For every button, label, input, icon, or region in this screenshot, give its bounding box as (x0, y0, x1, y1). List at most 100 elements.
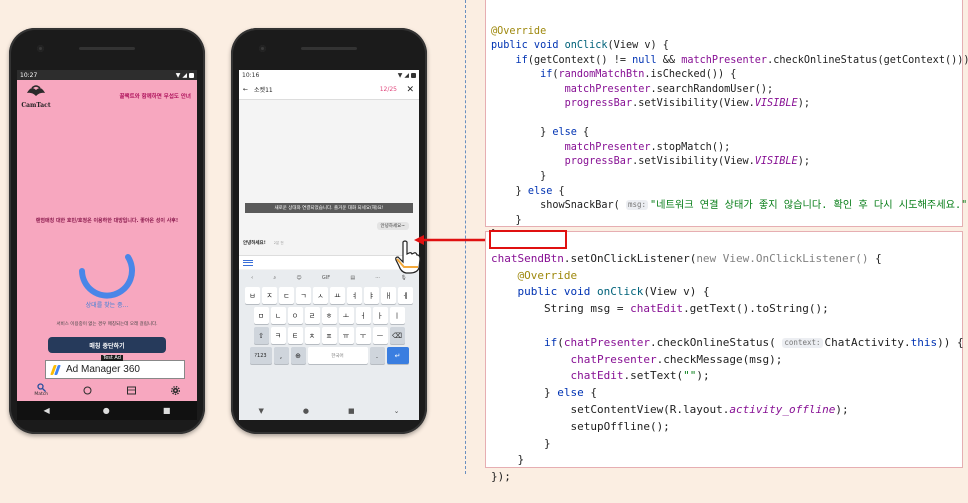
key-row-4: ?123 , ⊕ 한국어 . ↵ (241, 347, 417, 364)
stop-match-button[interactable]: 매칭 중단하기 (48, 337, 166, 353)
more-icon[interactable]: ⋯ (375, 275, 380, 281)
key[interactable]: ㄹ (304, 307, 320, 324)
shift-key[interactable]: ⇧ (253, 327, 269, 344)
matching-description: 랜덤매칭 대한 호민/호정온 이용하한 대방입니다. 좋아온 성이 사후! (35, 218, 179, 224)
clipboard-icon[interactable]: ▤ (350, 275, 355, 281)
nav-match-label: Match (34, 392, 49, 397)
nav-settings[interactable] (170, 385, 180, 395)
code-line: showSnackBar( msg: "네트워크 연결 상태가 좋지 않습니다. … (491, 199, 968, 214)
ad-text: Ad Manager 360 (66, 364, 140, 375)
code-panel-chat: chatSendBtn.setOnClickListener(new View.… (485, 231, 964, 483)
close-icon[interactable]: ✕ (406, 85, 414, 95)
key[interactable]: ㅋ (270, 327, 286, 344)
key[interactable]: ㅂ (245, 287, 260, 304)
keyboard-toolbar: ‹ ⌕ ☺ GIF ▤ ⋯ 🎙 (241, 272, 417, 284)
globe-icon[interactable]: ⊕ (290, 347, 306, 364)
key[interactable]: ㅌ (287, 327, 303, 344)
received-text: 안녕하세요! (243, 241, 266, 246)
code-line: chatEdit.setText(""); (570, 369, 710, 383)
comma-key[interactable]: , (273, 347, 289, 364)
signal-icon: ◢ (182, 71, 187, 79)
key[interactable]: ㅑ (364, 287, 379, 304)
highlight-box (489, 230, 567, 249)
status-icons: ▼ ◢ (398, 72, 416, 79)
key[interactable]: ㅎ (321, 307, 337, 324)
code-line: } (491, 214, 522, 226)
backspace-key[interactable]: ⌫ (389, 327, 405, 344)
snackbar-string: "네트워크 연결 상태가 좋지 않습니다. 확인 후 다시 시도해주세요."); (650, 200, 968, 212)
key[interactable]: ㄴ (270, 307, 286, 324)
key[interactable]: ㅔ (398, 287, 413, 304)
code-line: } (491, 171, 547, 183)
key[interactable]: ㅠ (338, 327, 354, 344)
battery-icon (411, 72, 416, 78)
wifi-icon: ▼ (175, 71, 181, 79)
status-bar: 10:16 ▼ ◢ (239, 70, 419, 80)
home-icon[interactable]: ● (303, 407, 309, 415)
symbols-key[interactable]: ?123 (249, 347, 272, 364)
sent-message: 안녕하세요~ (376, 222, 409, 230)
code-line: chatSendBtn.setOnClickListener(new View.… (491, 251, 882, 265)
code-line: progressBar.setVisibility(View.VISIBLE); (564, 156, 810, 168)
code-line: public void onClick(View v) { (491, 40, 669, 52)
space-key[interactable]: 한국어 (307, 347, 368, 364)
loading-spinner (79, 254, 135, 299)
back-icon[interactable]: ▼ (259, 407, 264, 415)
recents-icon[interactable]: ■ (163, 406, 171, 415)
key[interactable]: ㅜ (355, 327, 371, 344)
period-key[interactable]: . (369, 347, 385, 364)
home-icon[interactable]: ● (103, 406, 110, 415)
chat-bubble-icon (83, 386, 92, 394)
key[interactable]: ㅈ (262, 287, 277, 304)
pointer-hand-icon (395, 240, 421, 274)
key[interactable]: ㅏ (372, 307, 388, 324)
key[interactable]: ㅅ (313, 287, 328, 304)
collapse-icon[interactable]: ‹ (251, 275, 253, 281)
key[interactable]: ㅇ (287, 307, 303, 324)
message-counter: 12/25 (379, 86, 397, 93)
sticker-icon[interactable]: ☺ (296, 275, 301, 281)
key[interactable]: ㄷ (279, 287, 294, 304)
enter-key[interactable]: ↵ (386, 347, 409, 364)
key[interactable]: ㅕ (347, 287, 362, 304)
code-line: chatPresenter.checkMessage(msg); (570, 352, 783, 366)
matching-note: 서비스 이용중이 없는 경우 매칭되는데 오래 걸립니다. (56, 322, 158, 327)
signal-icon: ◢ (404, 71, 409, 79)
mic-icon[interactable]: 🎙 (401, 275, 407, 281)
searching-label: 상대를 찾는 중... (85, 302, 129, 309)
back-arrow-icon[interactable]: ← (243, 86, 248, 93)
back-icon[interactable]: ◀ (44, 406, 50, 415)
menu-icon[interactable] (243, 258, 253, 267)
key[interactable]: ㅁ (253, 307, 269, 324)
key[interactable]: ㅊ (304, 327, 320, 344)
key[interactable]: ㅍ (321, 327, 337, 344)
code-line: @Override (491, 25, 547, 37)
keyboard-switch-icon[interactable]: ⌄ (394, 407, 400, 415)
key-row-2: ㅁㄴㅇㄹㅎㅗㅓㅏㅣ (241, 307, 417, 324)
logo-text: CamTact (21, 102, 51, 109)
key[interactable]: ㅣ (389, 307, 405, 324)
nav-match[interactable]: Match (34, 383, 48, 397)
key[interactable]: ㅓ (355, 307, 371, 324)
key[interactable]: ㅗ (338, 307, 354, 324)
code-line: setContentView(R.layout.activity_offline… (491, 402, 849, 416)
front-camera (259, 45, 266, 52)
recents-icon[interactable]: ■ (348, 407, 355, 415)
gif-button[interactable]: GIF (322, 275, 330, 281)
search-icon[interactable]: ⌕ (273, 275, 276, 281)
key[interactable]: ㅛ (330, 287, 345, 304)
key[interactable]: ㄱ (296, 287, 311, 304)
soft-keyboard: ‹ ⌕ ☺ GIF ▤ ⋯ 🎙 ㅂㅈㄷㄱㅅㅛㅕㅑㅐㅔ ㅁㄴㅇㄹㅎㅗㅓㅏㅣ ⇧ ㅋ… (239, 270, 419, 402)
earpiece-speaker (301, 47, 357, 50)
nav-gallery[interactable] (126, 386, 136, 395)
chat-input-row[interactable] (239, 255, 419, 269)
key[interactable]: ㅐ (381, 287, 396, 304)
earpiece-speaker (79, 47, 135, 50)
nav-chat[interactable] (83, 386, 92, 395)
key[interactable]: ㅡ (372, 327, 388, 344)
ad-banner[interactable]: Ad Manager 360 (45, 360, 185, 379)
chat-screen: 10:16 ▼ ◢ ← 소켓11 12/25 ✕ 새로운 상대와 연결되었습니다… (239, 70, 419, 420)
param-hint: msg: (625, 200, 648, 211)
